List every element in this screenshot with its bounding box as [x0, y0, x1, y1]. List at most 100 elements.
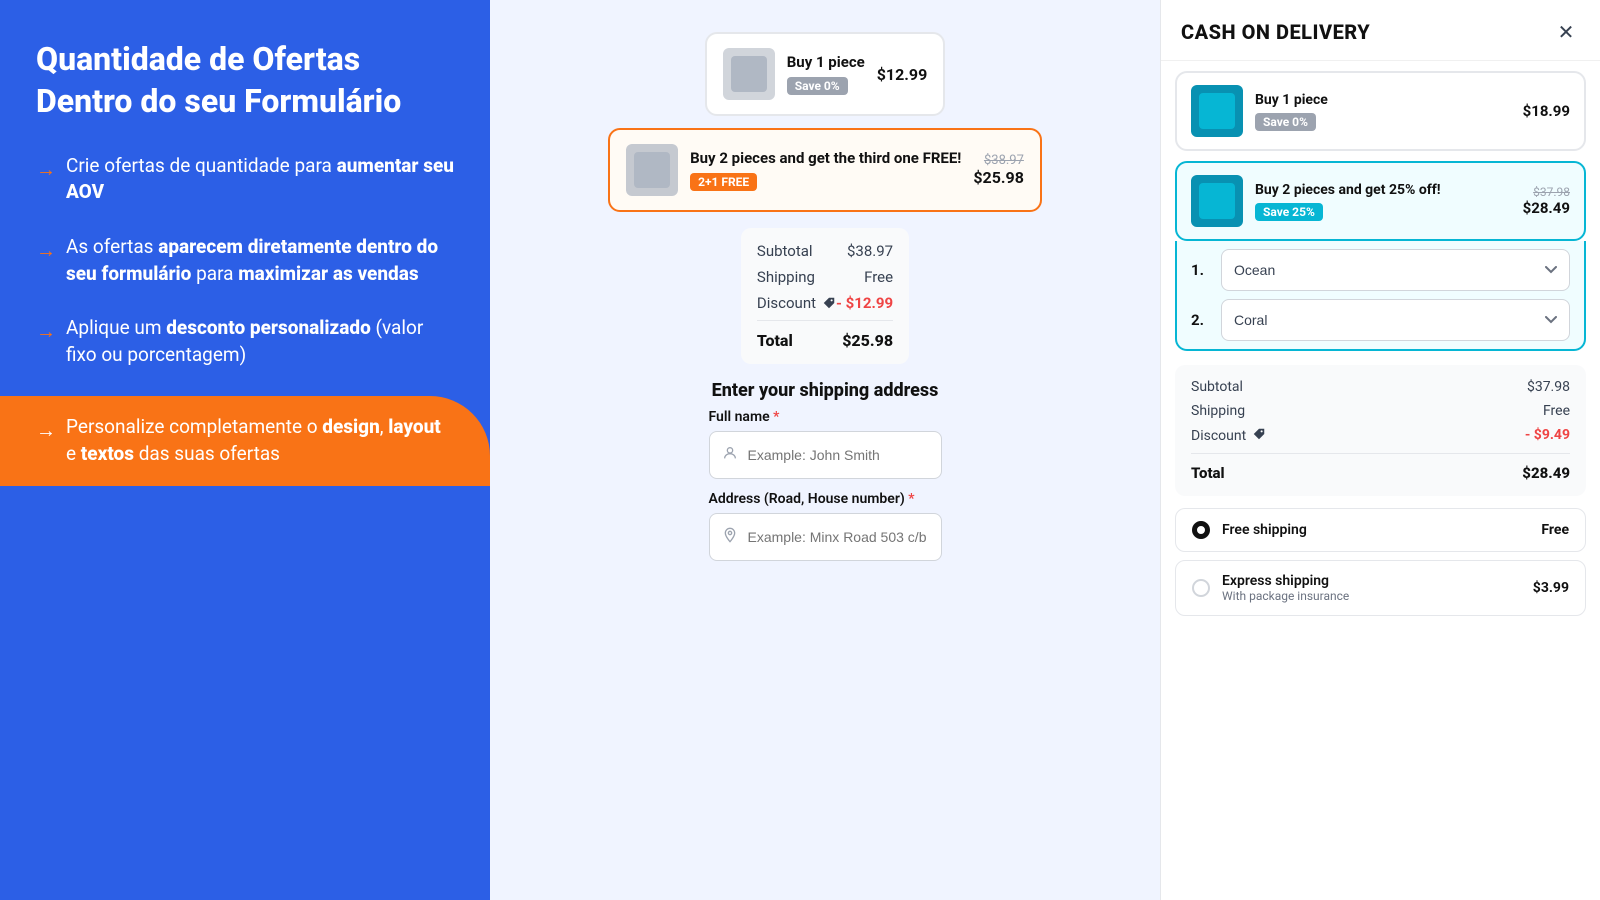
variant-1-select[interactable]: Ocean Coral Navy Sky	[1221, 249, 1570, 291]
right-subtotal-value: $37.98	[1527, 379, 1570, 395]
shipping-free-radio[interactable]	[1192, 521, 1210, 539]
shipping-options-container: Free shipping Free Express shipping With…	[1175, 508, 1586, 624]
right-subtotal-row: Subtotal $37.98	[1191, 379, 1570, 395]
right-total-label: Total	[1191, 464, 1225, 482]
right-discount-value: - $9.49	[1525, 427, 1570, 445]
discount-value: - $12.99	[836, 294, 893, 312]
right-offer-1-badge: Save 0%	[1255, 113, 1316, 131]
right-offer-1-price: $18.99	[1523, 102, 1570, 120]
shipping-row: Shipping Free	[757, 268, 893, 286]
address-input[interactable]	[748, 529, 929, 545]
right-offer-2-thumbnail	[1191, 175, 1243, 227]
right-offer-1-info: Buy 1 piece Save 0%	[1255, 91, 1511, 131]
offer-card-2[interactable]: Buy 2 pieces and get the third one FREE!…	[608, 128, 1042, 212]
right-offer-1-thumbnail	[1191, 85, 1243, 137]
offer-2-price: $38.97 $25.98	[973, 153, 1024, 187]
right-shipping-row: Shipping Free	[1191, 403, 1570, 419]
shipping-free-name: Free shipping	[1222, 522, 1529, 538]
bullet-4: → Personalize completamente o design, la…	[0, 396, 490, 485]
shipping-express-label: Express shipping With package insurance	[1222, 573, 1521, 603]
shipping-express-name: Express shipping	[1222, 573, 1521, 589]
person-icon	[722, 445, 738, 465]
right-panel-title: CASH ON DELIVERY	[1181, 20, 1370, 44]
full-name-input[interactable]	[748, 447, 929, 463]
address-input-wrapper	[709, 513, 942, 561]
center-panel: Buy 1 piece Save 0% $12.99 Buy 2 pieces …	[490, 0, 1160, 900]
variant-1-label: 1.	[1191, 261, 1211, 279]
close-button[interactable]: ✕	[1552, 18, 1580, 46]
total-row: Total $25.98	[757, 320, 893, 350]
shipping-free-price: Free	[1541, 522, 1569, 538]
right-offer-2-original: $37.98	[1523, 185, 1570, 199]
tag-icon	[822, 296, 836, 310]
address-field: Address (Road, House number) *	[697, 491, 954, 573]
discount-label: Discount	[757, 294, 836, 312]
shipping-option-free[interactable]: Free shipping Free	[1175, 508, 1586, 552]
shipping-label: Shipping	[757, 268, 815, 286]
pillow-gray2-icon	[626, 144, 678, 196]
arrow-icon-1: →	[36, 155, 56, 183]
shipping-express-price: $3.99	[1533, 580, 1569, 596]
right-discount-row: Discount - $9.49	[1191, 427, 1570, 445]
variant-row-2: 2. Coral Ocean Navy Sky	[1191, 299, 1570, 341]
offer-1-info: Buy 1 piece Save 0%	[787, 53, 865, 95]
arrow-icon-4: →	[36, 416, 56, 444]
right-total-row: Total $28.49	[1191, 453, 1570, 482]
offer-2-current-price: $25.98	[973, 168, 1024, 187]
right-offer-2-current: $28.49	[1523, 199, 1570, 217]
right-discount-label: Discount	[1191, 427, 1266, 445]
shipping-option-express[interactable]: Express shipping With package insurance …	[1175, 560, 1586, 616]
pillow-gray-icon	[723, 48, 775, 100]
right-panel-header: CASH ON DELIVERY ✕	[1161, 0, 1600, 61]
right-offer-1-current-price: $18.99	[1523, 102, 1570, 120]
offer-1-current-price: $12.99	[877, 65, 928, 84]
variant-selects-container: 1. Ocean Coral Navy Sky 2. Coral Ocean N…	[1175, 241, 1586, 351]
offer-2-badge: 2+1 FREE	[690, 173, 757, 191]
total-label: Total	[757, 331, 793, 350]
offer-2-title: Buy 2 pieces and get the third one FREE!	[690, 149, 961, 169]
order-summary: Subtotal $38.97 Shipping Free Discount -…	[741, 228, 909, 364]
variant-2-label: 2.	[1191, 311, 1211, 329]
shipping-form-title: Enter your shipping address	[696, 364, 955, 409]
bullet-1: → Crie ofertas de quantidade para aument…	[36, 153, 454, 206]
bullet-2: → As ofertas aparecem diretamente dentro…	[36, 234, 454, 287]
subtotal-label: Subtotal	[757, 242, 813, 260]
right-offer-2-price: $37.98 $28.49	[1523, 185, 1570, 217]
arrow-icon-2: →	[36, 236, 56, 264]
right-total-value: $28.49	[1522, 464, 1570, 482]
shipping-value: Free	[864, 268, 893, 286]
right-subtotal-label: Subtotal	[1191, 379, 1243, 395]
discount-row: Discount - $12.99	[757, 294, 893, 312]
right-offer-2-badge: Save 25%	[1255, 203, 1323, 221]
right-offer-card-2[interactable]: Buy 2 pieces and get 25% off! Save 25% $…	[1175, 161, 1586, 241]
offer-2-original-price: $38.97	[973, 153, 1024, 168]
pillow-teal2-icon	[1191, 175, 1243, 227]
total-value: $25.98	[842, 331, 893, 350]
bullet-1-text: Crie ofertas de quantidade para aumentar…	[66, 153, 454, 206]
offer-2-info: Buy 2 pieces and get the third one FREE!…	[690, 149, 961, 191]
subtotal-row: Subtotal $38.97	[757, 242, 893, 260]
full-name-required: *	[773, 409, 779, 425]
offer-2-thumbnail	[626, 144, 678, 196]
right-tag-icon	[1252, 427, 1266, 445]
full-name-label: Full name *	[709, 409, 942, 425]
left-panel: Quantidade de Ofertas Dentro do seu Form…	[0, 0, 490, 900]
title-line1: Quantidade de Ofertas	[36, 40, 454, 78]
bullet-3: → Aplique um desconto personalizado (val…	[36, 315, 454, 368]
variant-2-select[interactable]: Coral Ocean Navy Sky	[1221, 299, 1570, 341]
address-required: *	[908, 491, 914, 507]
shipping-express-radio[interactable]	[1192, 579, 1210, 597]
offer-1-price: $12.99	[877, 65, 928, 84]
right-offer-card-1[interactable]: Buy 1 piece Save 0% $18.99	[1175, 71, 1586, 151]
right-panel: CASH ON DELIVERY ✕ Buy 1 piece Save 0% $…	[1160, 0, 1600, 900]
shipping-express-desc: With package insurance	[1222, 589, 1521, 603]
shipping-free-label: Free shipping	[1222, 522, 1529, 538]
right-shipping-label: Shipping	[1191, 403, 1245, 419]
offer-1-thumbnail	[723, 48, 775, 100]
right-shipping-value: Free	[1543, 403, 1570, 419]
bullet-2-text: As ofertas aparecem diretamente dentro d…	[66, 234, 454, 287]
offer-card-1[interactable]: Buy 1 piece Save 0% $12.99	[705, 32, 946, 116]
title-line2: Dentro do seu Formulário	[36, 82, 454, 120]
arrow-icon-3: →	[36, 317, 56, 345]
subtotal-value: $38.97	[847, 242, 893, 260]
